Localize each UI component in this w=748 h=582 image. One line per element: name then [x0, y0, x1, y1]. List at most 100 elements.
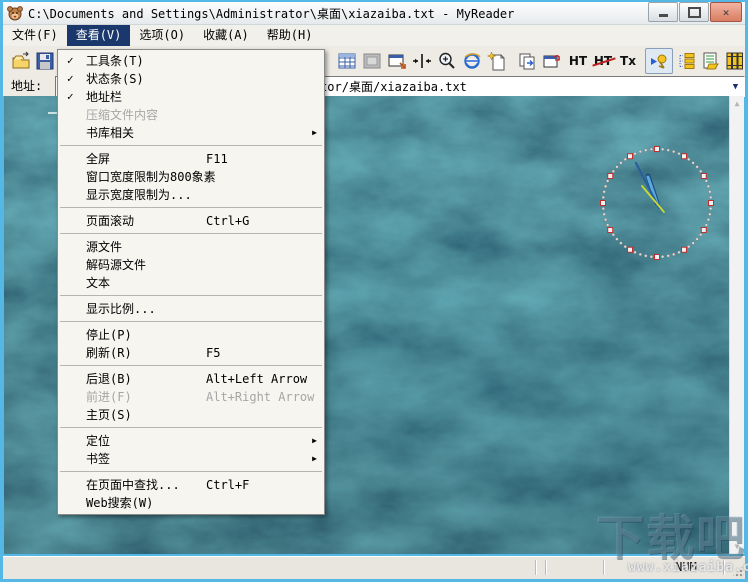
menu-item-label: 全屏: [86, 152, 111, 166]
close-button[interactable]: ✕: [710, 2, 742, 22]
clock-minute-dot: [602, 212, 606, 216]
scroll-up-icon[interactable]: ▲: [730, 96, 744, 111]
app-window: { "window": { "title": "C:\\Documents an…: [0, 0, 748, 582]
clock-minute-dot: [649, 147, 654, 151]
menu-item[interactable]: 书库相关 ▶: [58, 124, 324, 142]
menu-item[interactable]: Web搜索(W): [58, 494, 324, 512]
window-forward-button[interactable]: [540, 48, 564, 73]
clock-minute-dot: [691, 241, 695, 245]
fit-width-button[interactable]: [410, 48, 434, 73]
ht-button[interactable]: HT: [567, 48, 589, 73]
menu-item[interactable]: 主页(S): [58, 406, 324, 424]
image-icon: [363, 53, 381, 68]
clock-minute-dot: [623, 245, 627, 249]
copy-pages-button[interactable]: [515, 48, 539, 73]
clock-hour-marker: [627, 246, 633, 253]
clock-minute-dot: [704, 223, 708, 227]
fit-width-icon: [413, 53, 431, 68]
scroll-down-icon[interactable]: ▼: [730, 539, 744, 554]
zoom-in-icon: [439, 52, 455, 69]
tx-icon: Tx: [620, 53, 636, 68]
menu-item[interactable]: 显示比例...: [58, 300, 324, 318]
clock-minute-dot: [619, 241, 623, 245]
tx-button[interactable]: Tx: [617, 48, 639, 73]
clock-minute-dot: [704, 179, 708, 183]
clock-hour-marker: [627, 153, 633, 160]
window-width-button[interactable]: [385, 48, 409, 73]
clock-minute-dot: [691, 161, 695, 165]
ht-off-button[interactable]: HT: [592, 48, 616, 73]
save-icon: [36, 52, 54, 69]
menubar-item-4[interactable]: 帮助(H): [258, 25, 322, 46]
pointer-mode-button[interactable]: [645, 47, 673, 74]
menubar-item-2[interactable]: 选项(O): [130, 25, 194, 46]
menu-item[interactable]: 停止(P): [58, 326, 324, 344]
menu-item[interactable]: 源文件: [58, 238, 324, 256]
clock-minute-dot: [601, 206, 605, 211]
new-page-icon: [487, 50, 505, 70]
open-button[interactable]: [9, 48, 33, 73]
menu-item-label: 前进(F): [86, 390, 132, 404]
menu-item[interactable]: 在页面中查找... Ctrl+F: [58, 476, 324, 494]
status-divider: [603, 560, 604, 575]
list-button[interactable]: [677, 48, 697, 73]
bookshelf-icon: [726, 52, 743, 69]
menu-item-shortcut: F11: [206, 152, 228, 166]
menu-item[interactable]: 全屏 F11: [58, 150, 324, 168]
clock-minute-dot: [638, 252, 642, 257]
close-icon: ✕: [722, 5, 730, 19]
view-menu-dropdown: ✓ 工具条(T) ✓ 状态条(S) ✓ 地址栏 压缩文件内容 书库相关 ▶ 全屏 F11 窗口宽度限制…: [57, 49, 325, 515]
menu-separator: [60, 365, 322, 366]
menu-item[interactable]: 窗口宽度限制为800象素: [58, 168, 324, 186]
clock-minute-dot: [649, 255, 654, 259]
clock-minute-dot: [709, 195, 713, 200]
menu-item-label: 显示宽度限制为...: [86, 188, 192, 202]
resize-grip[interactable]: [731, 565, 744, 578]
ht-icon: HT: [568, 53, 588, 68]
menu-item[interactable]: ✓ 工具条(T): [58, 52, 324, 70]
clock-minute-dot: [601, 195, 605, 200]
book-open-button[interactable]: [701, 48, 721, 73]
clock-minute-dot: [706, 218, 711, 222]
save-button[interactable]: [33, 48, 57, 73]
bookshelf-button[interactable]: [725, 48, 745, 73]
vertical-scrollbar[interactable]: ▲ ▼: [729, 96, 744, 554]
menu-item[interactable]: ✓ 状态条(S): [58, 70, 324, 88]
menu-item[interactable]: 解码源文件: [58, 256, 324, 274]
menubar-item-0[interactable]: 文件(F): [3, 25, 67, 46]
address-dropdown-button[interactable]: ▼: [727, 78, 744, 95]
menu-item-label: 源文件: [86, 240, 123, 254]
minimize-button[interactable]: [648, 2, 678, 22]
menu-item[interactable]: 刷新(R) F5: [58, 344, 324, 362]
open-icon: [12, 51, 30, 68]
menu-item[interactable]: 显示宽度限制为...: [58, 186, 324, 204]
zoom-button[interactable]: [435, 48, 459, 73]
menu-item-shortcut: Alt+Left Arrow: [206, 372, 308, 386]
menu-item-label: 刷新(R): [86, 346, 132, 360]
clock-minute-dot: [677, 152, 681, 156]
menubar-item-3[interactable]: 收藏(A): [194, 25, 258, 46]
list-icon: [679, 52, 695, 69]
clock-hour-marker: [654, 146, 660, 152]
clock-widget: [600, 146, 714, 260]
clock-minute-dot: [603, 218, 608, 222]
browser-button[interactable]: [460, 48, 484, 73]
menu-item[interactable]: 页面滚动 Ctrl+G: [58, 212, 324, 230]
menubar-item-1[interactable]: 查看(V): [66, 25, 131, 46]
grid-view-button[interactable]: [335, 48, 359, 73]
clock-minute-dot: [611, 169, 615, 173]
image-view-button[interactable]: [360, 48, 384, 73]
menu-item-shortcut: Alt+Right Arrow: [206, 390, 315, 404]
ht-off-icon: HT: [592, 54, 616, 68]
menu-item[interactable]: ✓ 地址栏: [58, 88, 324, 106]
menu-item[interactable]: 书签 ▶: [58, 450, 324, 468]
menu-item[interactable]: 后退(B) Alt+Left Arrow: [58, 370, 324, 388]
menu-separator: [60, 427, 322, 428]
menu-item[interactable]: 文本: [58, 274, 324, 292]
num-lock-indicator: NUM: [675, 560, 697, 574]
clock-minute-dot: [695, 237, 699, 241]
maximize-button[interactable]: [679, 2, 709, 22]
menu-item[interactable]: 定位 ▶: [58, 432, 324, 450]
new-page-button[interactable]: [485, 48, 509, 73]
clock-minute-dot: [660, 147, 665, 151]
